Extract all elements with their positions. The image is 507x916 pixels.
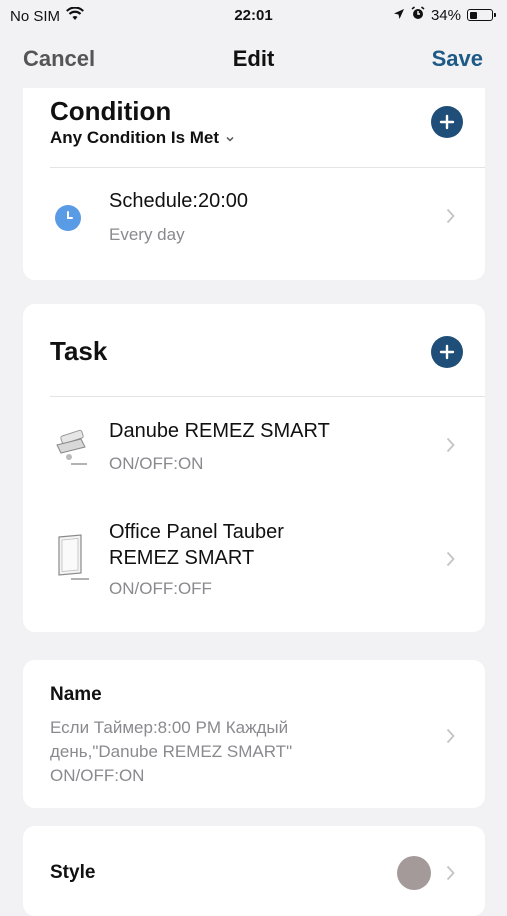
task-item[interactable]: Danube REMEZ SMART ON/OFF:ON xyxy=(23,397,485,495)
task-item-title-line1: Office Panel Tauber xyxy=(109,521,284,543)
condition-item-schedule[interactable]: Schedule:20:00 Every day xyxy=(23,168,485,280)
status-bar: No SIM 22:01 34% xyxy=(0,0,507,30)
task-item-title: Danube REMEZ SMART xyxy=(109,420,330,442)
chevron-right-icon xyxy=(446,208,455,229)
condition-card: Condition Any Condition Is Met Schedule:… xyxy=(23,88,485,280)
name-card[interactable]: Name Если Таймер:8:00 PM Каждый день,"Da… xyxy=(23,660,485,808)
device-thumbnail xyxy=(51,423,95,474)
chevron-right-icon xyxy=(446,728,455,749)
add-condition-button[interactable] xyxy=(431,106,463,138)
style-color-swatch[interactable] xyxy=(397,856,431,890)
location-icon xyxy=(393,7,405,24)
condition-title: Condition xyxy=(50,96,172,126)
alarm-icon xyxy=(411,6,425,24)
chevron-right-icon xyxy=(446,865,455,886)
style-label: Style xyxy=(50,862,96,883)
battery-icon xyxy=(467,9,496,21)
plus-icon xyxy=(439,114,455,130)
style-card[interactable]: Style xyxy=(23,826,485,916)
task-card: Task Danube REMEZ SMART ON/OFF:ON Office… xyxy=(23,304,485,632)
chevron-right-icon xyxy=(446,437,455,458)
name-value: Если Таймер:8:00 PM Каждый день,"Danube … xyxy=(50,718,293,785)
condition-item-title: Schedule:20:00 xyxy=(109,190,249,212)
device-thumbnail xyxy=(51,533,95,588)
task-item-subtitle: ON/OFF:ON xyxy=(109,454,204,473)
task-item-title-line2: REMEZ SMART xyxy=(109,547,255,569)
status-right: 34% xyxy=(393,6,496,24)
chevron-right-icon xyxy=(446,551,455,572)
clock-icon xyxy=(55,205,81,231)
nav-bar: Cancel Edit Save xyxy=(0,38,507,78)
task-item-title: Office Panel Tauber REMEZ SMART xyxy=(109,519,284,571)
plus-icon xyxy=(439,344,455,360)
condition-item-subtitle: Every day xyxy=(109,225,185,244)
save-button[interactable]: Save xyxy=(432,46,483,72)
condition-mode-dropdown[interactable]: Any Condition Is Met xyxy=(50,128,235,148)
condition-mode-label: Any Condition Is Met xyxy=(50,128,220,147)
chevron-down-icon xyxy=(225,128,235,148)
task-item[interactable]: Office Panel Tauber REMEZ SMART ON/OFF:O… xyxy=(23,509,485,619)
task-title: Task xyxy=(50,336,108,366)
battery-level-fill xyxy=(469,11,477,19)
add-task-button[interactable] xyxy=(431,336,463,368)
battery-percent: 34% xyxy=(430,6,461,24)
name-label: Name xyxy=(50,684,102,705)
task-item-subtitle: ON/OFF:OFF xyxy=(109,579,212,598)
